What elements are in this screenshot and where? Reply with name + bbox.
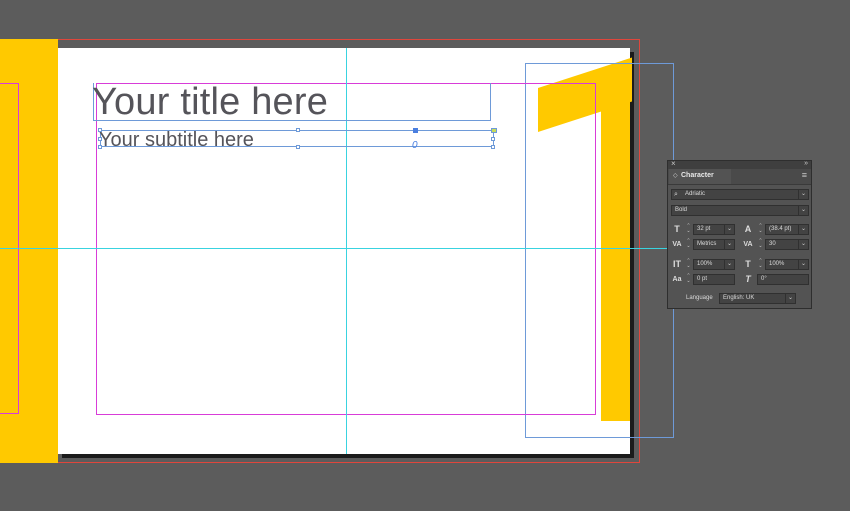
tracking-icon: VA xyxy=(743,241,753,248)
font-family-select[interactable]: ⌕ Adriatic ⌄ xyxy=(671,189,809,200)
tracking-stepper[interactable]: ⌃ ⌄ xyxy=(757,239,764,250)
vertical-scale-stepper[interactable]: ⌃ ⌄ xyxy=(685,259,692,270)
panel-tab-row: ◇ Character ≡ xyxy=(668,169,811,185)
vertical-scale-value: 100% xyxy=(697,261,713,267)
chevron-down-icon[interactable]: ⌄ xyxy=(724,225,734,234)
tracking-field[interactable]: 30 ⌄ xyxy=(765,239,809,250)
chevron-down-icon[interactable]: ⌄ xyxy=(798,190,808,199)
frame-handle-bottom-right[interactable] xyxy=(491,145,495,149)
tab-character[interactable]: ◇ Character xyxy=(669,169,731,184)
out-port-handle[interactable] xyxy=(491,128,497,133)
horizontal-scale-stepper[interactable]: ⌃ ⌄ xyxy=(757,259,764,270)
chevron-down-icon[interactable]: ⌄ xyxy=(785,294,795,303)
baseline-shift-icon: Aa xyxy=(672,276,682,283)
frame-handle-middle-right[interactable] xyxy=(491,137,495,141)
font-style-select[interactable]: Bold ⌄ xyxy=(671,205,809,216)
horizontal-scale-value: 100% xyxy=(769,261,785,267)
chevron-down-icon[interactable]: ⌄ xyxy=(798,225,808,234)
font-size-value: 32 pt xyxy=(697,226,711,232)
kerning-stepper[interactable]: ⌃ ⌄ xyxy=(685,239,692,250)
collapse-icon[interactable]: » xyxy=(804,159,808,169)
kerning-field[interactable]: Metrics ⌄ xyxy=(693,239,735,250)
tab-character-label: Character xyxy=(681,172,714,179)
subtitle-text[interactable]: Your subtitle here xyxy=(99,128,254,152)
search-icon: ⌕ xyxy=(674,191,678,198)
frame-handle-top-middle[interactable] xyxy=(296,128,300,132)
chevron-down-icon[interactable]: ⌄ xyxy=(724,240,734,249)
leading-field[interactable]: (38.4 pt) ⌄ xyxy=(765,224,809,235)
baseline-shift-value: 0 pt xyxy=(697,276,708,282)
kerning-icon: VA xyxy=(672,241,682,248)
baseline-shift-stepper[interactable]: ⌃ ⌄ xyxy=(685,274,692,285)
frame-handle-middle-left[interactable] xyxy=(98,137,102,141)
skew-icon: T xyxy=(745,274,751,284)
font-family-value: Adriatic xyxy=(685,191,706,197)
expand-arrow-icon[interactable]: ◇ xyxy=(673,172,678,179)
kerning-value: Metrics xyxy=(697,241,717,247)
language-label: Language xyxy=(686,295,713,301)
chevron-down-icon[interactable]: ⌄ xyxy=(798,260,808,269)
language-select[interactable]: English: UK ⌄ xyxy=(719,293,796,304)
frame-handle-top-left[interactable] xyxy=(98,128,102,132)
font-size-icon: T xyxy=(674,224,680,234)
character-panel[interactable]: × » ◇ Character ≡ ⌕ Adriatic ⌄ Bold ⌄ T … xyxy=(667,159,812,309)
frame-handle-bottom-left[interactable] xyxy=(98,145,102,149)
chevron-down-icon[interactable]: ⌄ xyxy=(798,206,808,215)
horizontal-scale-field[interactable]: 100% ⌄ xyxy=(765,259,809,270)
leading-icon: A xyxy=(744,224,752,234)
vertical-scale-field[interactable]: 100% ⌄ xyxy=(693,259,735,270)
language-value: English: UK xyxy=(723,295,755,301)
title-text[interactable]: Your title here xyxy=(92,80,328,124)
leading-stepper[interactable]: ⌃ ⌄ xyxy=(757,224,764,235)
font-size-stepper[interactable]: ⌃ ⌄ xyxy=(685,224,692,235)
content-grabber-handle[interactable] xyxy=(413,128,418,133)
font-size-field[interactable]: 32 pt ⌄ xyxy=(693,224,735,235)
ruler-guide-horizontal[interactable] xyxy=(0,248,667,249)
tracking-value: 30 xyxy=(769,241,776,247)
skew-field[interactable]: 0° xyxy=(757,274,809,285)
panel-title-bar[interactable]: × » xyxy=(668,159,811,169)
horizontal-scale-icon: T xyxy=(745,259,751,269)
close-icon[interactable]: × xyxy=(671,159,676,169)
leading-value: (38.4 pt) xyxy=(769,226,792,232)
vertical-scale-icon: IT xyxy=(673,259,681,269)
frame-handle-bottom-middle[interactable] xyxy=(296,145,300,149)
threading-indicator: 0 xyxy=(412,140,418,151)
chevron-down-icon[interactable]: ⌄ xyxy=(724,260,734,269)
skew-value: 0° xyxy=(761,276,767,282)
panel-menu-icon[interactable]: ≡ xyxy=(802,170,807,180)
font-style-value: Bold xyxy=(675,207,688,213)
chevron-down-icon[interactable]: ⌄ xyxy=(798,240,808,249)
baseline-shift-field[interactable]: 0 pt xyxy=(693,274,735,285)
